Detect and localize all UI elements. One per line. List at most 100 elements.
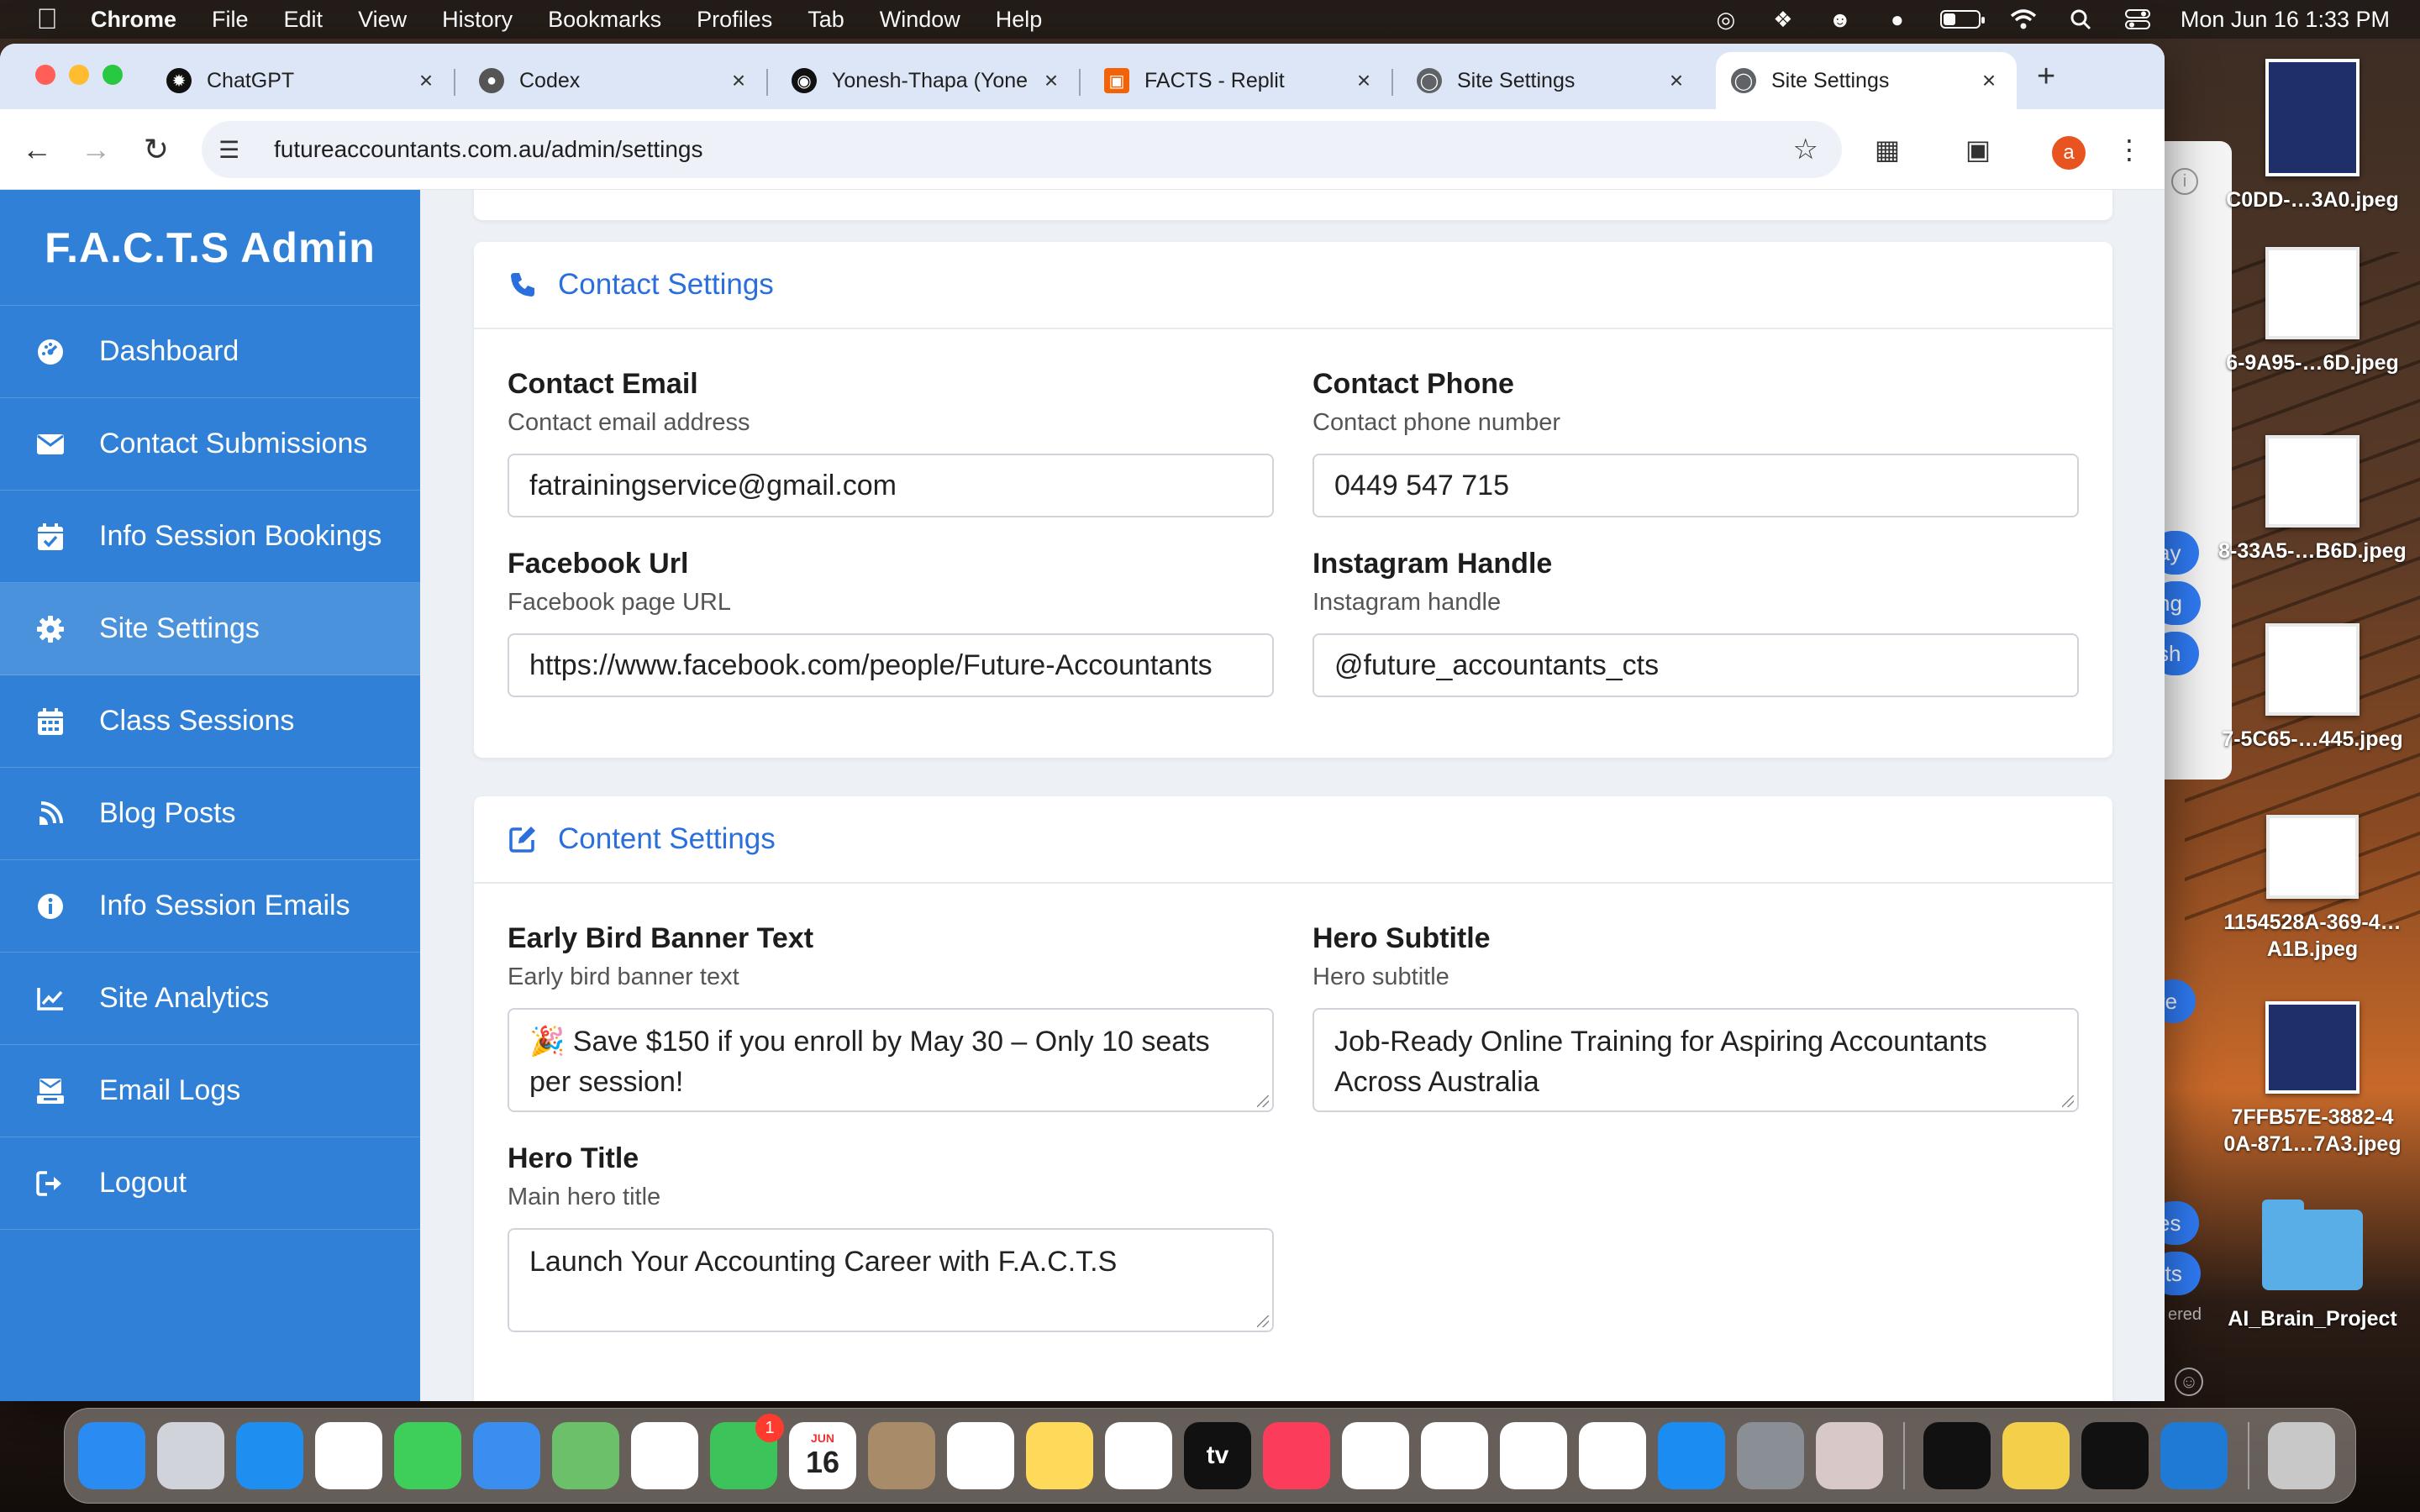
emoji-icon[interactable]: ☺ xyxy=(2175,1368,2203,1396)
wifi-icon[interactable] xyxy=(2009,7,2038,32)
new-tab-button[interactable]: + xyxy=(2037,60,2055,92)
dock-clock-icon[interactable] xyxy=(2081,1422,2149,1489)
desktop-file[interactable]: 1154528A-369-4…A1B.jpeg xyxy=(2212,815,2413,963)
reload-icon[interactable]: ↻ xyxy=(136,129,176,170)
close-icon[interactable]: × xyxy=(1351,67,1376,94)
dock-finder-icon[interactable] xyxy=(78,1422,145,1489)
dock-launchpad-icon[interactable] xyxy=(157,1422,224,1489)
kebab-menu-icon[interactable]: ⋮ xyxy=(2109,129,2149,170)
cat-icon[interactable]: ☻ xyxy=(1826,7,1854,32)
desktop-folder[interactable]: AI_Brain_Project xyxy=(2212,1200,2413,1332)
close-icon[interactable]: × xyxy=(1039,67,1064,94)
menu-clock[interactable]: Mon Jun 16 1:33 PM xyxy=(2181,7,2390,33)
dock-music-icon[interactable] xyxy=(1263,1422,1330,1489)
dock-tv-icon[interactable]: tv xyxy=(1184,1422,1251,1489)
tab-codex[interactable]: ● Codex × xyxy=(464,52,768,109)
tab-chatgpt[interactable]: ✹ ChatGPT × xyxy=(151,52,455,109)
site-info-icon[interactable]: ☰ xyxy=(218,136,249,164)
dock-pages-icon[interactable] xyxy=(1579,1422,1646,1489)
facebook-url-input[interactable]: https://www.facebook.com/people/Future-A… xyxy=(508,633,1274,697)
bookmark-star-icon[interactable]: ☆ xyxy=(1793,133,1818,166)
sidebar-item-info-session-bookings[interactable]: Info Session Bookings xyxy=(0,491,420,583)
dock-python-icon[interactable] xyxy=(2002,1422,2070,1489)
desktop-file[interactable]: 7FFB57E-3882-4 0A-871…7A3.jpeg xyxy=(2212,1001,2413,1158)
dock-freeform-icon[interactable] xyxy=(1105,1422,1172,1489)
dock-reminders-icon[interactable] xyxy=(947,1422,1014,1489)
dock-trash-icon[interactable] xyxy=(2268,1422,2335,1489)
extensions-puzzle-icon[interactable]: ▦ xyxy=(1867,129,1907,170)
tab-search-icon[interactable]: ▣ xyxy=(1958,129,1998,170)
desktop-file[interactable]: C0DD-…3A0.jpeg xyxy=(2212,59,2413,213)
dock-chrome-icon[interactable] xyxy=(315,1422,382,1489)
zoom-window-button[interactable] xyxy=(103,65,123,85)
control-center-icon[interactable] xyxy=(2123,7,2152,32)
close-icon[interactable]: × xyxy=(413,67,439,94)
menu-file[interactable]: File xyxy=(212,7,249,33)
dock-iphone-mirroring-icon[interactable] xyxy=(1816,1422,1883,1489)
menu-profiles[interactable]: Profiles xyxy=(697,7,772,33)
early-bird-banner-textarea[interactable]: 🎉 Save $150 if you enroll by May 30 – On… xyxy=(508,1008,1274,1112)
dock-keynote-icon[interactable] xyxy=(1421,1422,1488,1489)
tab-site-settings[interactable]: ◯ Site Settings × xyxy=(1402,52,1704,109)
dock-safari-icon[interactable] xyxy=(236,1422,303,1489)
contact-phone-input[interactable]: 0449 547 715 xyxy=(1313,454,2079,517)
sidebar-item-info-session-emails[interactable]: Info Session Emails xyxy=(0,860,420,953)
dock-maps-icon[interactable] xyxy=(552,1422,619,1489)
user-icon[interactable]: ● xyxy=(1883,7,1912,32)
dock-terminal-icon[interactable] xyxy=(1923,1422,1991,1489)
sidebar-item-site-analytics[interactable]: Site Analytics xyxy=(0,953,420,1045)
battery-icon[interactable] xyxy=(1939,10,1985,29)
dock-vscode-icon[interactable] xyxy=(2160,1422,2228,1489)
menu-view[interactable]: View xyxy=(358,7,407,33)
menu-history[interactable]: History xyxy=(442,7,513,33)
menu-edit[interactable]: Edit xyxy=(284,7,324,33)
sidebar-item-class-sessions[interactable]: Class Sessions xyxy=(0,675,420,768)
dock-photos-icon[interactable] xyxy=(631,1422,698,1489)
menu-app-name[interactable]: Chrome xyxy=(91,7,176,33)
sidebar-item-site-settings[interactable]: Site Settings xyxy=(0,583,420,675)
profile-avatar[interactable]: a xyxy=(2052,136,2086,170)
dock-calendar-icon[interactable]: JUN 16 xyxy=(789,1422,856,1489)
dock-system-settings-icon[interactable] xyxy=(1737,1422,1804,1489)
search-icon[interactable] xyxy=(2066,7,2095,32)
tab-github[interactable]: ◉ Yonesh-Thapa (Yone × xyxy=(776,52,1081,109)
dock-messages-icon[interactable] xyxy=(394,1422,461,1489)
dock-mail-icon[interactable] xyxy=(473,1422,540,1489)
sidebar-item-dashboard[interactable]: Dashboard xyxy=(0,306,420,398)
dock-news-icon[interactable] xyxy=(1342,1422,1409,1489)
sidebar-item-email-logs[interactable]: Email Logs xyxy=(0,1045,420,1137)
tab-replit[interactable]: ▣ FACTS - Replit × xyxy=(1089,52,1393,109)
sidebar-brand[interactable]: F.A.C.T.S Admin xyxy=(0,190,420,306)
forward-arrow-icon[interactable]: → xyxy=(76,129,116,170)
apple-menu-icon[interactable]:  xyxy=(32,4,62,34)
contact-email-input[interactable]: fatrainingservice@gmail.com xyxy=(508,454,1274,517)
menu-help[interactable]: Help xyxy=(996,7,1043,33)
menu-bookmarks[interactable]: Bookmarks xyxy=(548,7,661,33)
close-icon[interactable]: × xyxy=(1664,67,1689,94)
sidebar-item-blog-posts[interactable]: Blog Posts xyxy=(0,768,420,860)
dock-notes-icon[interactable] xyxy=(1026,1422,1093,1489)
minimize-window-button[interactable] xyxy=(69,65,89,85)
close-window-button[interactable] xyxy=(35,65,55,85)
dock-numbers-icon[interactable] xyxy=(1500,1422,1567,1489)
desktop-file[interactable]: 6-9A95-…6D.jpeg xyxy=(2212,247,2413,376)
back-arrow-icon[interactable]: ← xyxy=(17,129,57,170)
menu-tab[interactable]: Tab xyxy=(808,7,844,33)
sidebar-item-logout[interactable]: Logout xyxy=(0,1137,420,1230)
info-icon[interactable]: i xyxy=(2171,168,2198,195)
address-bar[interactable]: ☰ futureaccountants.com.au/admin/setting… xyxy=(202,121,1842,178)
dock-app-store-icon[interactable] xyxy=(1658,1422,1725,1489)
tab-site-settings-active[interactable]: ◯ Site Settings × xyxy=(1716,52,2017,109)
close-icon[interactable]: × xyxy=(1976,67,2002,94)
dock-facetime-icon[interactable]: 1 xyxy=(710,1414,784,1489)
sidebar-item-contact-submissions[interactable]: Contact Submissions xyxy=(0,398,420,491)
instagram-handle-input[interactable]: @future_accountants_cts xyxy=(1313,633,2079,697)
creative-cloud-icon[interactable]: ◎ xyxy=(1712,7,1740,32)
desktop-file[interactable]: 7-5C65-…445.jpeg xyxy=(2212,623,2413,753)
menu-window[interactable]: Window xyxy=(880,7,960,33)
vpn-icon[interactable]: ❖ xyxy=(1769,7,1797,32)
hero-subtitle-textarea[interactable]: Job-Ready Online Training for Aspiring A… xyxy=(1313,1008,2079,1112)
desktop-file[interactable]: 8-33A5-…B6D.jpeg xyxy=(2212,435,2413,564)
dock-contacts-icon[interactable] xyxy=(868,1422,935,1489)
hero-title-textarea[interactable]: Launch Your Accounting Career with F.A.C… xyxy=(508,1228,1274,1332)
